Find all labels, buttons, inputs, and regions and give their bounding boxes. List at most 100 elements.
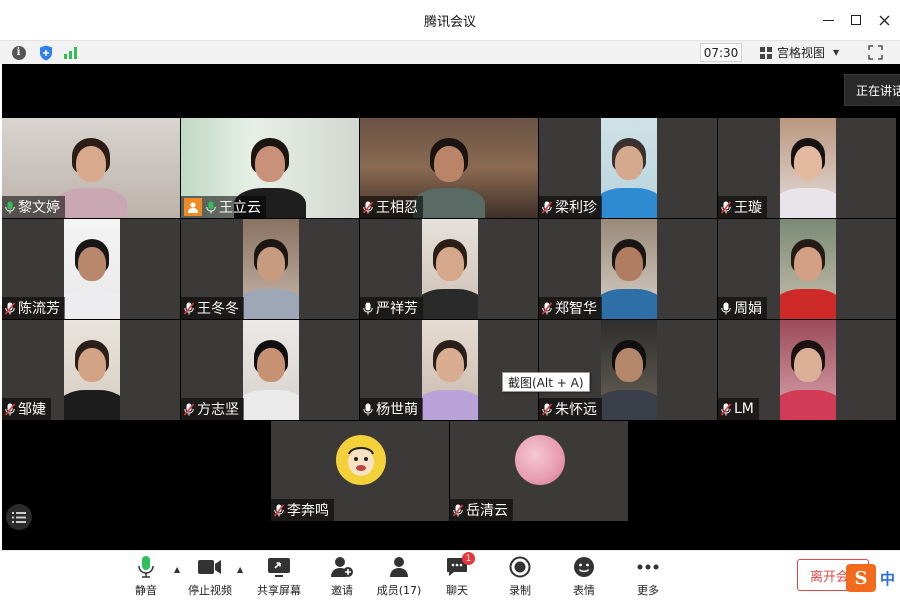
participant-name-label: 黎文婷 [2,196,65,218]
participant-name-label: 岳清云 [450,499,513,521]
signal-icon [63,47,77,59]
participant-name-label: 王立云 [181,196,266,218]
participant-tile[interactable]: 王冬冬 [181,219,359,319]
participant-name: 王相忍 [376,200,418,216]
participant-name: 郑智华 [555,301,597,317]
sogou-ime-icon[interactable]: S [846,564,876,592]
participant-name-label: LM [718,398,759,420]
participant-tile[interactable]: 周娟 [718,219,896,319]
participant-name-label: 朱怀远 [539,398,602,420]
participant-tile[interactable]: 李奔鸣 [271,421,449,521]
share-screen-icon [268,558,290,577]
microphone-icon [5,201,15,214]
chat-button[interactable]: 1 聊天 [429,552,485,598]
participant-video [64,219,120,319]
participant-tile[interactable]: 王相忍 [360,118,538,218]
participant-name: 杨世萌 [376,402,418,418]
participant-name: 黎文婷 [18,200,60,216]
mute-label: 静音 [135,584,157,597]
record-button[interactable]: 录制 [492,555,548,598]
avatar [336,435,386,485]
participant-name: 王立云 [219,200,261,216]
close-button[interactable] [876,12,892,28]
participant-tile[interactable]: 梁利珍 [539,118,717,218]
participant-tile[interactable]: LM [718,320,896,420]
participant-tile[interactable]: 朱怀远 [539,320,717,420]
meeting-toolbar: i 07:30 宫格视图 ▼ [0,40,900,64]
microphone-icon [138,556,154,578]
invite-label: 邀请 [331,584,353,597]
participant-name-label: 梁利珍 [539,196,602,218]
window-title: 腾讯会议 [423,15,476,30]
chat-list-button[interactable] [6,504,32,530]
record-icon [509,556,531,578]
participant-video [64,320,120,420]
participant-tile[interactable]: 严祥芳 [360,219,538,319]
participant-video [601,320,657,420]
caret-down-icon: ▼ [833,48,840,57]
security-button[interactable] [37,44,54,61]
participant-tile[interactable]: 王璇 [718,118,896,218]
share-screen-button[interactable]: 共享屏幕 [251,555,307,598]
participant-tile[interactable]: 郑智华 [539,219,717,319]
members-button[interactable]: 成员(17) [371,555,427,598]
muted-microphone-icon [720,200,732,214]
network-status-button[interactable] [62,44,79,61]
participant-name-label: 李奔鸣 [271,499,334,521]
view-mode-dropdown[interactable]: 宫格视图 ▼ [760,43,852,62]
more-button[interactable]: 更多 [620,555,676,598]
participant-video [422,219,478,319]
reactions-label: 表情 [573,584,595,597]
add-user-icon [331,557,353,577]
ime-mode-indicator[interactable]: 中 [880,568,895,589]
participant-tile[interactable]: 岳清云 [450,421,628,521]
fullscreen-icon [868,45,883,60]
muted-microphone-icon [362,200,374,214]
participant-tile[interactable]: 邹婕 [2,320,180,420]
participant-video [780,320,836,420]
participant-name: 王璇 [734,200,762,216]
participant-tile[interactable]: 王立云 [181,118,359,218]
audio-options-caret[interactable]: ▲ [174,565,180,574]
participant-name-label: 杨世萌 [360,398,423,420]
muted-microphone-icon [273,503,285,517]
participant-name: 李奔鸣 [287,503,329,519]
minimize-icon [822,19,834,21]
muted-microphone-icon [541,200,553,214]
video-options-caret[interactable]: ▲ [237,565,243,574]
invite-button[interactable]: 邀请 [314,555,370,598]
muted-microphone-icon [452,503,464,517]
more-label: 更多 [637,584,659,597]
record-label: 录制 [509,584,531,597]
chat-unread-badge: 1 [462,552,475,565]
muted-microphone-icon [541,402,553,416]
emoji-icon [574,557,594,577]
chat-label: 聊天 [446,584,468,597]
stop-video-button[interactable]: 停止视频 [182,555,238,598]
participant-name-label: 王冬冬 [181,297,244,319]
grid-view-icon [760,46,772,59]
participant-name: 陈流芳 [18,301,60,317]
participant-video [243,320,299,420]
participant-tile[interactable]: 黎文婷 [2,118,180,218]
fullscreen-button[interactable] [868,45,883,60]
maximize-icon [851,15,861,25]
participant-video [601,219,657,319]
maximize-button[interactable] [848,12,864,28]
participant-name: LM [734,401,754,417]
meeting-timer: 07:30 [700,43,742,62]
participant-tile[interactable]: 陈流芳 [2,219,180,319]
participant-name: 朱怀远 [555,402,597,418]
participant-name: 周娟 [734,301,762,317]
reactions-button[interactable]: 表情 [556,555,612,598]
meeting-info-button[interactable]: i [10,44,27,61]
participant-tile[interactable]: 方志坚 [181,320,359,420]
participant-video [422,320,478,420]
participant-tile[interactable]: 杨世萌 [360,320,538,420]
minimize-button[interactable] [820,12,836,28]
participant-video [243,219,299,319]
microphone-icon [206,201,216,214]
mute-button[interactable]: 静音 [118,555,174,598]
share-screen-label: 共享屏幕 [257,584,301,597]
participant-name: 王冬冬 [197,301,239,317]
